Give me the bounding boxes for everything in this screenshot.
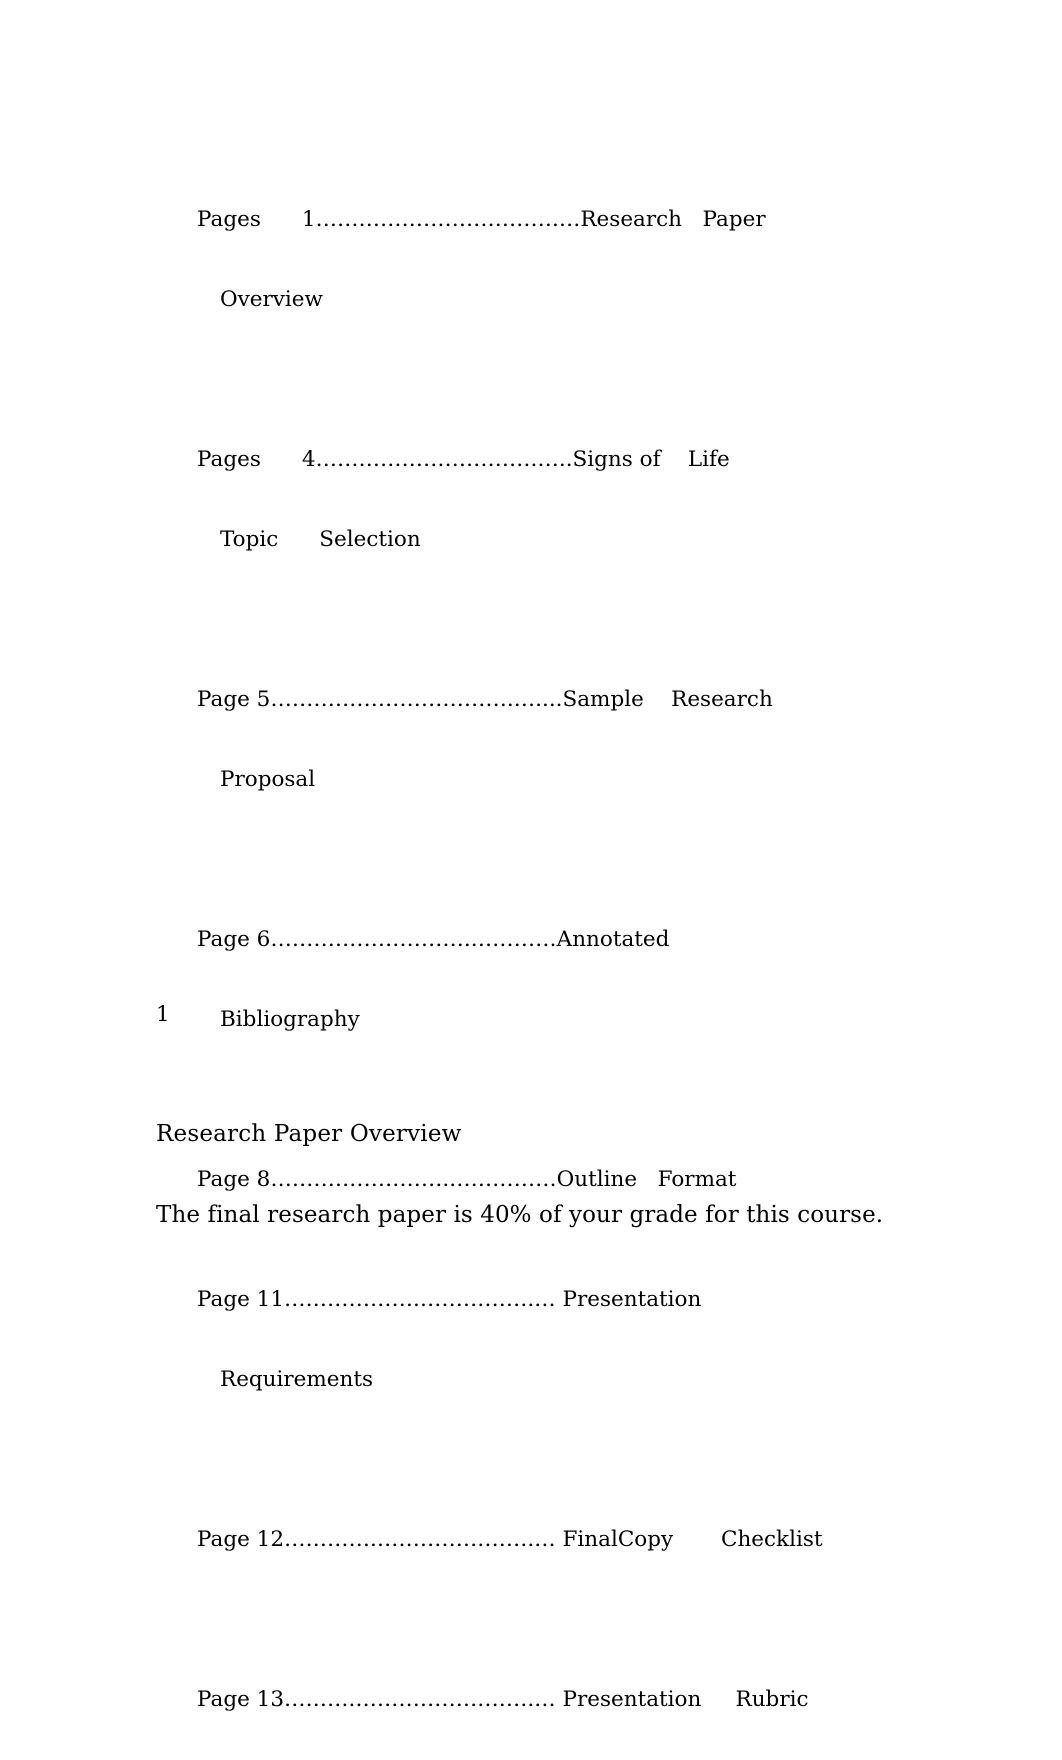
toc-entry-continuation: Requirements (220, 1367, 374, 1392)
table-of-contents: Pages 1…………………………….…Research Paper Overv… (156, 160, 946, 1760)
toc-entry-line: Page 13……….…………………….… Presentation Rubri… (197, 1687, 809, 1712)
document-page: Pages 1…………………………….…Research Paper Overv… (0, 0, 1062, 1712)
toc-entry-line: Page 11……………….…………….… Presentation (197, 1287, 702, 1312)
body-paragraph: The final research paper is 40% of your … (156, 1202, 884, 1228)
toc-entry: Page 11……………….…………….… Presentation Requi… (156, 1240, 946, 1480)
toc-entry-continuation: Topic Selection (220, 527, 421, 552)
toc-entry: Page 13……….…………………….… Presentation Rubri… (156, 1640, 946, 1760)
toc-entry: Page 5…………………………….…....Sample Research P… (156, 640, 946, 880)
toc-entry: Page 6……………………….…………Annotated Bibliograp… (156, 880, 946, 1120)
toc-entry-line: Page 6……………………….…………Annotated (197, 927, 670, 952)
toc-entry: Pages 1…………………………….…Research Paper Overv… (156, 160, 946, 400)
toc-entry: Pages 4………………………….…..Signs of Life Topic… (156, 400, 946, 640)
toc-entry-continuation: Proposal (220, 767, 316, 792)
toc-entry-line: Page 5…………………………….…....Sample Research (197, 687, 773, 712)
page-number: 1 (156, 1002, 170, 1027)
toc-entry-line: Pages 4………………………….…..Signs of Life (197, 447, 730, 472)
toc-entry-line: Page 8…………………….……………Outline Format (197, 1167, 737, 1192)
toc-entry-continuation: Bibliography (220, 1007, 360, 1032)
toc-entry-continuation: Overview (220, 287, 323, 312)
section-heading: Research Paper Overview (156, 1121, 462, 1147)
toc-entry-line: Pages 1…………………………….…Research Paper (197, 207, 766, 232)
toc-blank-line (156, 1600, 946, 1640)
toc-entry: Page 12………….………………….… FinalCopy Checklis… (156, 1480, 946, 1600)
toc-entry-line: Page 12………….………………….… FinalCopy Checklis… (197, 1527, 823, 1552)
